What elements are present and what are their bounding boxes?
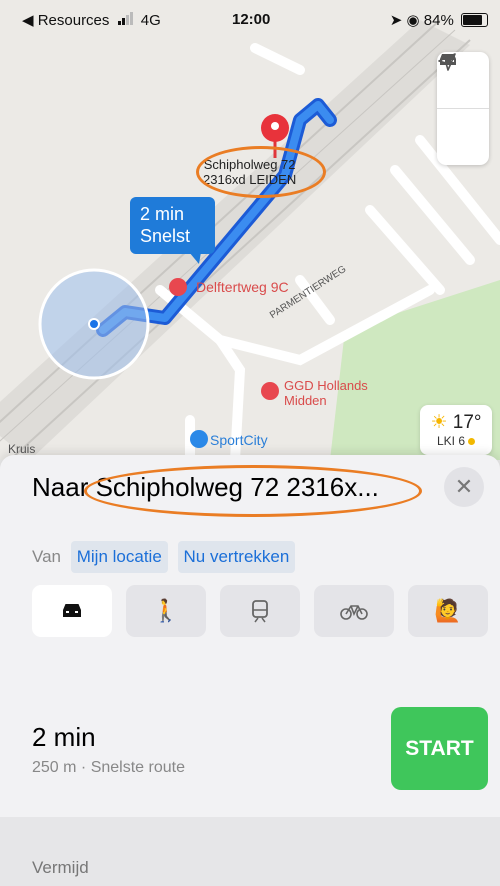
walk-icon: 🚶 — [152, 598, 180, 623]
rideshare-icon: 🙋 — [434, 598, 462, 623]
status-right: ➤ ◉ 84% — [390, 11, 488, 29]
mode-walk[interactable]: 🚶 — [126, 585, 206, 637]
battery-icon — [461, 13, 488, 27]
mode-car[interactable] — [32, 585, 112, 637]
mode-rideshare[interactable]: 🙋 — [408, 585, 488, 637]
close-icon: ✕ — [454, 474, 474, 499]
poi-marker-icon — [169, 278, 187, 296]
sun-icon: ☀ — [430, 412, 448, 433]
weather-widget[interactable]: ☀ 17° LKI 6 — [420, 405, 492, 455]
route-duration: 2 min — [32, 722, 96, 752]
map-canvas[interactable] — [0, 0, 500, 460]
mode-bike[interactable] — [314, 585, 394, 637]
maps-screen: Schipholweg 72 2316xd LEIDEN 2 min Snels… — [0, 0, 500, 886]
orientation-lock-icon: ◉ — [406, 12, 420, 29]
sport-marker-icon — [190, 430, 208, 448]
back-to-app[interactable]: ◀ Resources 4G — [22, 11, 161, 29]
close-button[interactable]: ✕ — [444, 467, 484, 507]
location-services-icon: ➤ — [389, 12, 403, 29]
air-quality-dot — [468, 438, 476, 445]
poi-label[interactable]: Delftertweg 9C — [196, 279, 289, 295]
from-row: Van Mijn locatie Nu vertrekken — [32, 541, 296, 573]
status-bar: ◀ Resources 4G 12:00 ➤ ◉ 84% — [0, 0, 500, 40]
poi-label-sportcity[interactable]: SportCity — [210, 432, 268, 448]
poi-marker-icon — [261, 382, 279, 400]
poi-label-ggd[interactable]: GGD Hollands Midden — [284, 378, 368, 408]
highlight-annotation — [196, 146, 326, 198]
locate-me-button[interactable] — [437, 53, 489, 165]
start-button[interactable]: START — [391, 707, 488, 790]
map-controls — [437, 52, 489, 165]
departure-time-chip[interactable]: Nu vertrekken — [177, 541, 296, 573]
bike-icon — [340, 605, 368, 620]
route-details: 250 m · Snelste route — [32, 759, 185, 776]
route-callout[interactable]: 2 min Snelst — [130, 197, 215, 264]
avoid-section[interactable]: Vermijd — [0, 817, 500, 886]
train-icon — [252, 600, 268, 623]
street-label: Kruis — [8, 442, 36, 456]
from-location-chip[interactable]: Mijn locatie — [70, 541, 168, 573]
car-icon — [63, 604, 81, 617]
directions-sheet: Naar Schipholweg 72 2316x... ✕ Van Mijn … — [0, 455, 500, 886]
clock: 12:00 — [232, 11, 271, 28]
location-arrow-icon — [438, 53, 456, 71]
highlight-annotation — [84, 465, 422, 517]
mode-transit[interactable] — [220, 585, 300, 637]
avoid-label: Vermijd — [32, 858, 89, 877]
map-view[interactable]: Schipholweg 72 2316xd LEIDEN 2 min Snels… — [0, 0, 500, 460]
signal-icon — [117, 12, 134, 29]
